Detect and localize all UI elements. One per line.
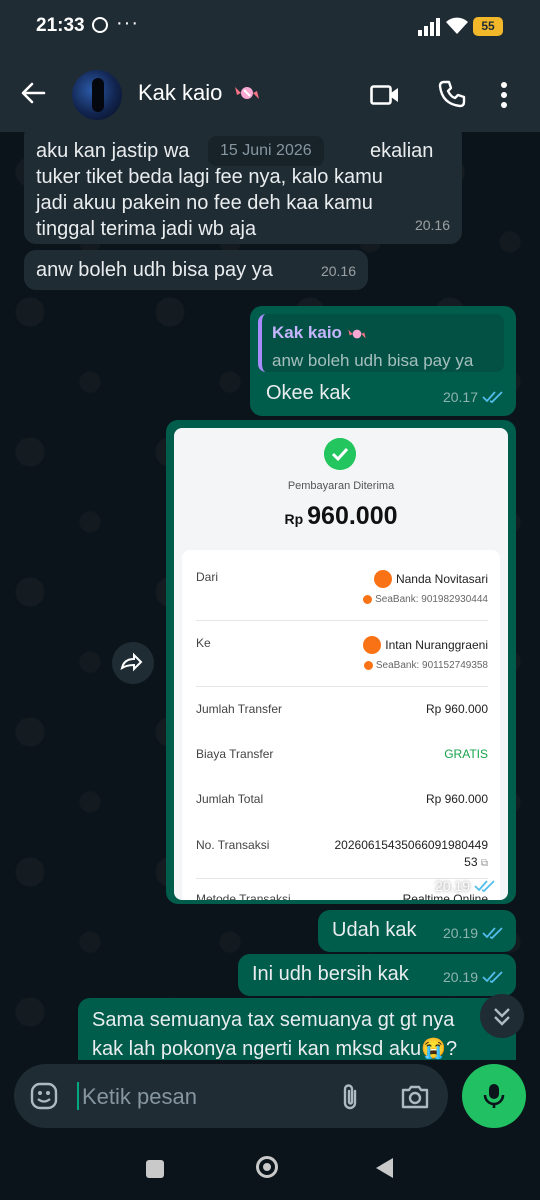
person-icon <box>373 570 392 588</box>
double-check-icon <box>482 971 503 984</box>
video-call-icon[interactable] <box>370 84 400 106</box>
message-text-line: jadi akuu pakein no fee deh kaa kamu <box>36 192 373 214</box>
status-bar: 21:33 ··· 55 <box>0 0 540 56</box>
chevrons-down-icon[interactable] <box>480 994 524 1038</box>
recipient-name: Intan Nuranggraeni <box>385 638 488 652</box>
chat-header: Kak kaio <box>0 56 540 132</box>
image-meta: 20.19 <box>435 878 496 894</box>
receipt-label: Metode Transaksi <box>196 892 291 900</box>
message-text: Ini udh bersih kak <box>252 963 409 985</box>
payment-receipt-image[interactable]: Pembayaran Diterima Rp 960.000 Dari Nanda… <box>174 428 508 900</box>
double-check-icon <box>482 927 503 940</box>
check-circle-icon <box>324 438 356 470</box>
message-text-line: tuker tiket beda lagi fee nya, kalo kamu <box>36 166 383 188</box>
message-text-line: Sama semuanya tax semuanya gt gt nya <box>92 1009 455 1031</box>
attach-icon[interactable] <box>338 1082 362 1112</box>
message-time: 20.19 <box>434 878 470 894</box>
transaction-number-cont: 53 <box>464 855 478 869</box>
receipt-label: Jumlah Total <box>196 792 264 806</box>
message-composer <box>14 1064 448 1128</box>
message-time: 20.19 <box>442 925 478 941</box>
sender-name: Nanda Novitasari <box>395 572 488 586</box>
recents-button[interactable] <box>146 1160 164 1178</box>
receipt-label: Ke <box>196 636 211 650</box>
receipt-title: Pembayaran Diterima <box>287 480 395 492</box>
person-icon <box>363 636 382 654</box>
receipt-details-card: Dari Nanda Novitasari SeaBank: 901982930… <box>182 550 500 900</box>
candy-icon <box>235 87 259 99</box>
message-meta: 20.17 <box>443 384 504 410</box>
double-check-icon <box>482 391 503 404</box>
receipt-label: Dari <box>196 570 219 584</box>
date-chip: 15 Juni 2026 <box>208 136 324 166</box>
status-time: 21:33 <box>36 15 85 36</box>
emoji-icon[interactable] <box>30 1082 58 1110</box>
message-text-line: tinggal terima jadi wb aja <box>36 218 257 240</box>
receipt-amount-value: 960.000 <box>307 502 398 530</box>
message-meta: 20.19 <box>443 920 504 946</box>
transaction-number: 20260615435066091980449 <box>334 838 489 852</box>
divider <box>196 620 488 621</box>
message-meta: 20.16 <box>321 258 356 284</box>
message-time: 20.17 <box>442 389 478 405</box>
phone-icon[interactable] <box>438 80 466 108</box>
message-text-line: kak lah pokonya ngerti kan mksd aku😭? <box>92 1038 458 1060</box>
message-outgoing-reply[interactable]: Kak kaio anw boleh udh bisa pay ya Okee … <box>250 306 516 416</box>
message-text: Okee kak <box>266 382 351 404</box>
message-meta: 20.16 <box>415 212 450 238</box>
quoted-message[interactable]: Kak kaio anw boleh udh bisa pay ya <box>258 314 504 372</box>
quoted-text: anw boleh udh bisa pay ya <box>272 351 474 370</box>
receipt-value: Rp 960.000 <box>425 702 488 716</box>
receipt-currency: Rp <box>284 511 304 527</box>
divider <box>196 686 488 687</box>
message-time: 20.16 <box>414 217 450 233</box>
chat-area[interactable]: aku kan jastip wa ekalian tuker tiket be… <box>0 132 540 1060</box>
system-nav-bar <box>0 1136 540 1200</box>
more-vert-icon[interactable] <box>500 82 508 108</box>
text-cursor <box>77 1082 79 1110</box>
candy-icon <box>347 329 366 338</box>
receipt-label: Biaya Transfer <box>196 747 274 761</box>
seabank-icon <box>363 661 373 670</box>
receipt-amount: Rp 960.000 <box>174 502 508 531</box>
seabank-icon <box>363 595 373 604</box>
home-button[interactable] <box>256 1156 278 1178</box>
message-incoming[interactable]: anw boleh udh bisa pay ya 20.16 <box>24 250 368 290</box>
receipt-label: No. Transaksi <box>196 838 270 852</box>
contact-name[interactable]: Kak kaio <box>138 80 222 106</box>
message-text-line: aku kan jastip wa <box>36 140 190 162</box>
sender-account: SeaBank: 901982930444 <box>375 594 488 605</box>
forward-icon[interactable] <box>112 642 154 684</box>
message-time: 20.16 <box>320 263 356 279</box>
message-text: Udah kak <box>332 919 417 941</box>
wifi-icon <box>446 17 468 34</box>
more-notifications-indicator: ··· <box>116 12 139 34</box>
battery-indicator: 55 <box>473 17 503 36</box>
mic-icon <box>483 1084 505 1108</box>
message-time: 20.19 <box>442 969 478 985</box>
back-button[interactable] <box>376 1158 393 1178</box>
message-meta: 20.19 <box>443 964 504 990</box>
message-text: anw boleh udh bisa pay ya <box>36 259 273 281</box>
receipt-value: Rp 960.000 <box>425 792 488 806</box>
copy-icon: ⧉ <box>480 858 488 869</box>
quoted-sender: Kak kaio <box>272 323 342 342</box>
whatsapp-notification-icon <box>92 17 108 33</box>
message-outgoing[interactable]: Udah kak 20.19 <box>318 910 516 952</box>
double-check-icon <box>474 880 495 893</box>
message-outgoing[interactable]: Ini udh bersih kak 20.19 <box>238 954 516 996</box>
camera-icon[interactable] <box>400 1084 430 1110</box>
mic-button[interactable] <box>462 1064 526 1128</box>
receipt-label: Jumlah Transfer <box>196 702 283 716</box>
message-text-line: ekalian <box>370 140 434 162</box>
signal-icon <box>418 18 440 36</box>
back-arrow-icon[interactable] <box>20 81 46 105</box>
message-input[interactable] <box>80 1074 314 1120</box>
message-outgoing[interactable]: Sama semuanya tax semuanya gt gt nya kak… <box>78 998 516 1060</box>
receipt-value-gratis: GRATIS <box>444 747 488 761</box>
contact-avatar[interactable] <box>72 70 122 120</box>
recipient-account: SeaBank: 901152749358 <box>375 660 488 671</box>
